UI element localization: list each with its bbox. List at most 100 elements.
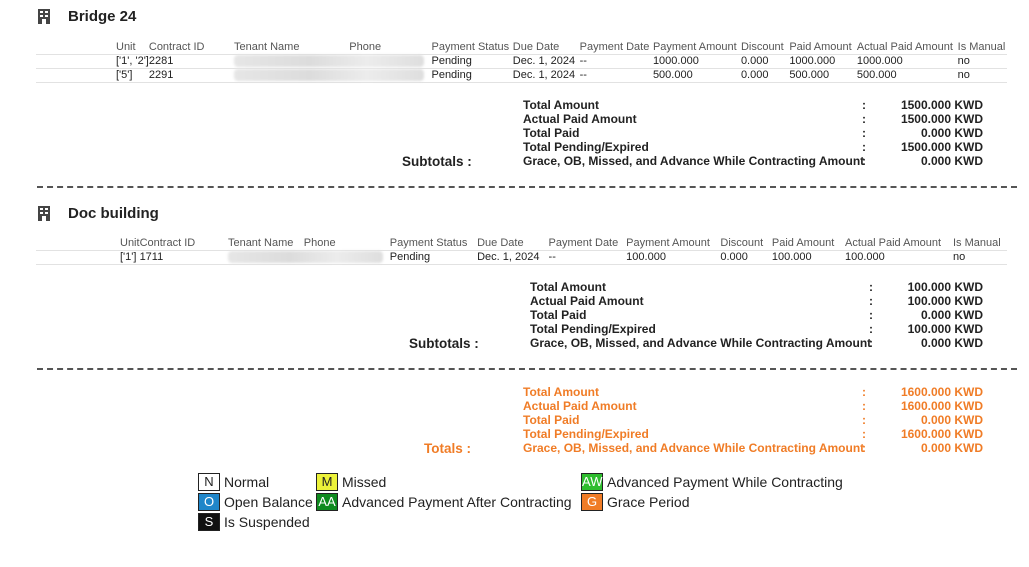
summary-value: 1500.000 KWD (900, 98, 983, 112)
section-divider (37, 368, 1017, 370)
table-row: ['1'] 1711 Pending Dec. 1, 2024 -- 100.0… (36, 250, 1007, 264)
summary-value: 1600.000 KWD (900, 385, 983, 399)
col-phone: Phone (349, 41, 382, 54)
col-paid-amount: Paid Amount (789, 41, 852, 54)
cell-status: Pending (431, 69, 472, 81)
payments-table-bridge-24: Unit Contract ID Tenant Name Phone Payme… (36, 41, 1007, 83)
summary-value: 0.000 KWD (920, 126, 983, 140)
legend-swatch: S (198, 513, 220, 531)
col-is-manual: Is Manual (957, 41, 1006, 54)
cell-paid-amount: 1000.000 (789, 55, 836, 67)
totals-summary: Total Amount:1600.000 KWD Actual Paid Am… (523, 385, 983, 457)
cell-discount: 0.000 (740, 55, 769, 67)
col-unit: Unit (116, 41, 136, 54)
subtotals-summary-doc-building: Total Amount:100.000 KWD Actual Paid Amo… (530, 280, 983, 352)
cell-unit: ['5'] (116, 69, 133, 81)
table-header-row: Unit Contract ID Tenant Name Phone Payme… (36, 237, 1007, 250)
summary-label: Actual Paid Amount (530, 294, 644, 308)
cell-discount: 0.000 (740, 69, 769, 81)
cell-payment-date: -- (548, 251, 556, 263)
cell-due-date: Dec. 1, 2024 (512, 69, 576, 81)
building-icon (38, 9, 50, 24)
cell-discount: 0.000 (720, 251, 748, 263)
summary-value: 1500.000 KWD (900, 140, 983, 154)
cell-unit: ['1'] (120, 251, 137, 263)
section-divider (37, 186, 1017, 188)
legend-item-advance-while-contracting: AW Advanced Payment While Contracting (581, 473, 843, 491)
legend-label: Advanced Payment After Contracting (342, 494, 572, 510)
subtotals-summary-bridge-24: Total Amount:1500.000 KWD Actual Paid Am… (523, 98, 983, 170)
legend-label: Grace Period (607, 494, 690, 510)
cell-is-manual: no (952, 251, 966, 263)
legend-item-grace-period: G Grace Period (581, 493, 689, 511)
legend-label: Advanced Payment While Contracting (607, 474, 843, 490)
col-due-date: Due Date (477, 237, 524, 250)
cell-payment-amount: 1000.000 (652, 55, 699, 67)
building-title: Bridge 24 (68, 8, 137, 25)
summary-value: 0.000 KWD (920, 413, 983, 427)
subtotals-label: Subtotals : (409, 336, 479, 351)
payments-table-doc-building: Unit Contract ID Tenant Name Phone Payme… (36, 237, 1007, 265)
col-payment-date: Payment Date (548, 237, 619, 250)
cell-is-manual: no (957, 55, 970, 67)
summary-value: 100.000 KWD (907, 294, 983, 308)
col-payment-amount: Payment Amount (652, 41, 737, 54)
col-payment-amount: Payment Amount (626, 237, 710, 250)
col-paid-amount: Paid Amount (771, 237, 835, 250)
summary-label: Total Paid (530, 308, 587, 322)
summary-label: Total Paid (523, 413, 580, 427)
col-unit: Unit (120, 237, 140, 250)
cell-tenant-phone-redacted (234, 54, 431, 68)
col-contract-id: Contract ID (139, 237, 196, 250)
cell-actual-paid-amount: 500.000 (856, 69, 897, 81)
cell-is-manual: no (957, 69, 970, 81)
legend-swatch: AW (581, 473, 603, 491)
col-actual-paid-amount: Actual Paid Amount (856, 41, 953, 54)
legend-swatch: N (198, 473, 220, 491)
summary-label: Grace, OB, Missed, and Advance While Con… (523, 154, 865, 168)
cell-unit: ['1', '2'] (116, 55, 149, 67)
summary-label: Actual Paid Amount (523, 112, 637, 126)
cell-contract-id: 2291 (148, 69, 174, 81)
cell-payment-date: -- (579, 55, 587, 67)
summary-label: Total Pending/Expired (530, 322, 656, 336)
cell-due-date: Dec. 1, 2024 (477, 251, 540, 263)
legend-label: Open Balance (224, 494, 313, 510)
legend-swatch: O (198, 493, 220, 511)
summary-value: 1600.000 KWD (900, 427, 983, 441)
legend-label: Missed (342, 474, 387, 490)
cell-actual-paid-amount: 1000.000 (856, 55, 903, 67)
building-header-doc-building: Doc building (37, 205, 159, 222)
col-tenant-name: Tenant Name (234, 41, 300, 54)
summary-value: 0.000 KWD (920, 308, 983, 322)
col-due-date: Due Date (512, 41, 560, 54)
cell-payment-amount: 100.000 (626, 251, 666, 263)
summary-value: 0.000 KWD (920, 441, 983, 455)
col-payment-status: Payment Status (431, 41, 510, 54)
legend-item-normal: N Normal (198, 473, 269, 491)
col-payment-status: Payment Status (389, 237, 468, 250)
cell-tenant-phone-redacted (234, 68, 431, 82)
col-discount: Discount (720, 237, 764, 250)
summary-label: Total Amount (523, 385, 599, 399)
summary-label: Total Amount (523, 98, 599, 112)
table-header-row: Unit Contract ID Tenant Name Phone Payme… (36, 41, 1007, 54)
building-icon (38, 206, 50, 221)
legend-item-missed: M Missed (316, 473, 386, 491)
legend-item-suspended: S Is Suspended (198, 513, 310, 531)
summary-value: 100.000 KWD (907, 322, 983, 336)
legend-label: Normal (224, 474, 270, 490)
summary-label: Total Paid (523, 126, 580, 140)
summary-value: 1500.000 KWD (900, 112, 983, 126)
summary-value: 100.000 KWD (907, 280, 983, 294)
legend-swatch: G (581, 493, 603, 511)
totals-label: Totals : (424, 441, 471, 456)
summary-label: Total Amount (530, 280, 606, 294)
cell-tenant-phone-redacted (227, 250, 390, 264)
col-is-manual: Is Manual (952, 237, 1001, 250)
summary-label: Total Pending/Expired (523, 140, 649, 154)
cell-payment-date: -- (579, 69, 587, 81)
cell-payment-amount: 500.000 (652, 69, 693, 81)
cell-status: Pending (431, 55, 472, 67)
legend-swatch: AA (316, 493, 338, 511)
